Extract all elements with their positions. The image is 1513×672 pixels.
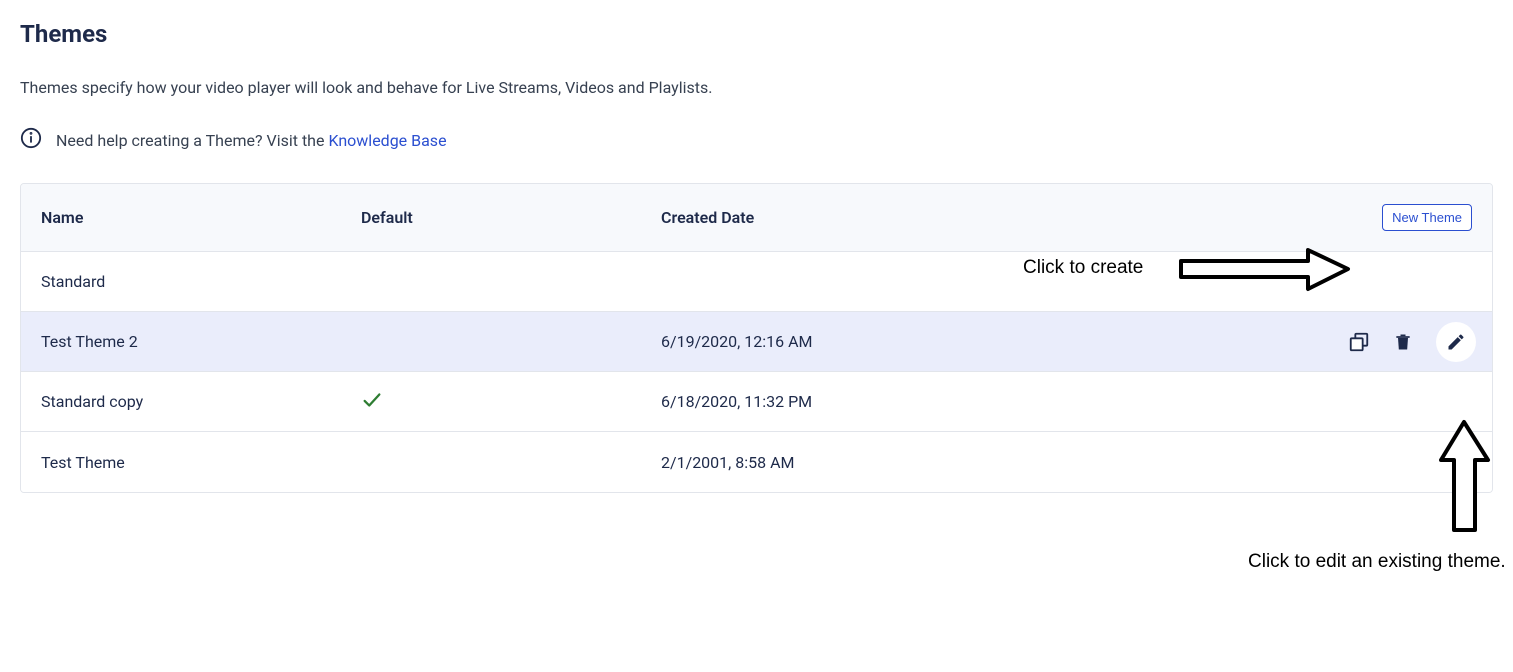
help-text: Need help creating a Theme? Visit the Kn…	[56, 131, 447, 150]
theme-name: Test Theme	[41, 453, 361, 472]
column-header-name: Name	[41, 208, 361, 227]
themes-table: Name Default Created Date New Theme Stan…	[20, 183, 1493, 493]
theme-created-date: 6/19/2020, 12:16 AM	[661, 332, 1031, 351]
column-header-default: Default	[361, 208, 661, 227]
table-row[interactable]: Test Theme 2 6/19/2020, 12:16 AM	[21, 312, 1492, 372]
copy-button[interactable]	[1348, 331, 1370, 353]
theme-name: Standard copy	[41, 392, 361, 411]
theme-name: Standard	[41, 272, 361, 291]
help-text-prefix: Need help creating a Theme? Visit the	[56, 131, 328, 150]
trash-icon	[1393, 332, 1413, 352]
table-row[interactable]: Test Theme 2/1/2001, 8:58 AM	[21, 432, 1492, 492]
info-icon	[20, 127, 42, 153]
page-description: Themes specify how your video player wil…	[20, 78, 1493, 97]
table-header: Name Default Created Date New Theme	[21, 184, 1492, 252]
table-row[interactable]: Standard copy 6/18/2020, 11:32 PM	[21, 372, 1492, 432]
page-title: Themes	[20, 20, 1493, 48]
check-icon	[361, 389, 383, 411]
theme-default	[361, 389, 661, 415]
edit-button[interactable]	[1436, 322, 1476, 362]
theme-created-date: 6/18/2020, 11:32 PM	[661, 392, 1031, 411]
new-theme-button[interactable]: New Theme	[1382, 204, 1472, 231]
help-row: Need help creating a Theme? Visit the Kn…	[20, 127, 1493, 153]
knowledge-base-link[interactable]: Knowledge Base	[328, 131, 446, 150]
delete-button[interactable]	[1392, 331, 1414, 353]
row-actions	[1031, 322, 1472, 362]
table-row[interactable]: Standard	[21, 252, 1492, 312]
theme-name: Test Theme 2	[41, 332, 361, 351]
pencil-icon	[1446, 332, 1466, 352]
theme-created-date: 2/1/2001, 8:58 AM	[661, 453, 1031, 472]
annotation-edit-label: Click to edit an existing theme.	[1248, 548, 1506, 577]
copy-icon	[1348, 331, 1370, 353]
column-header-created: Created Date	[661, 208, 1031, 227]
